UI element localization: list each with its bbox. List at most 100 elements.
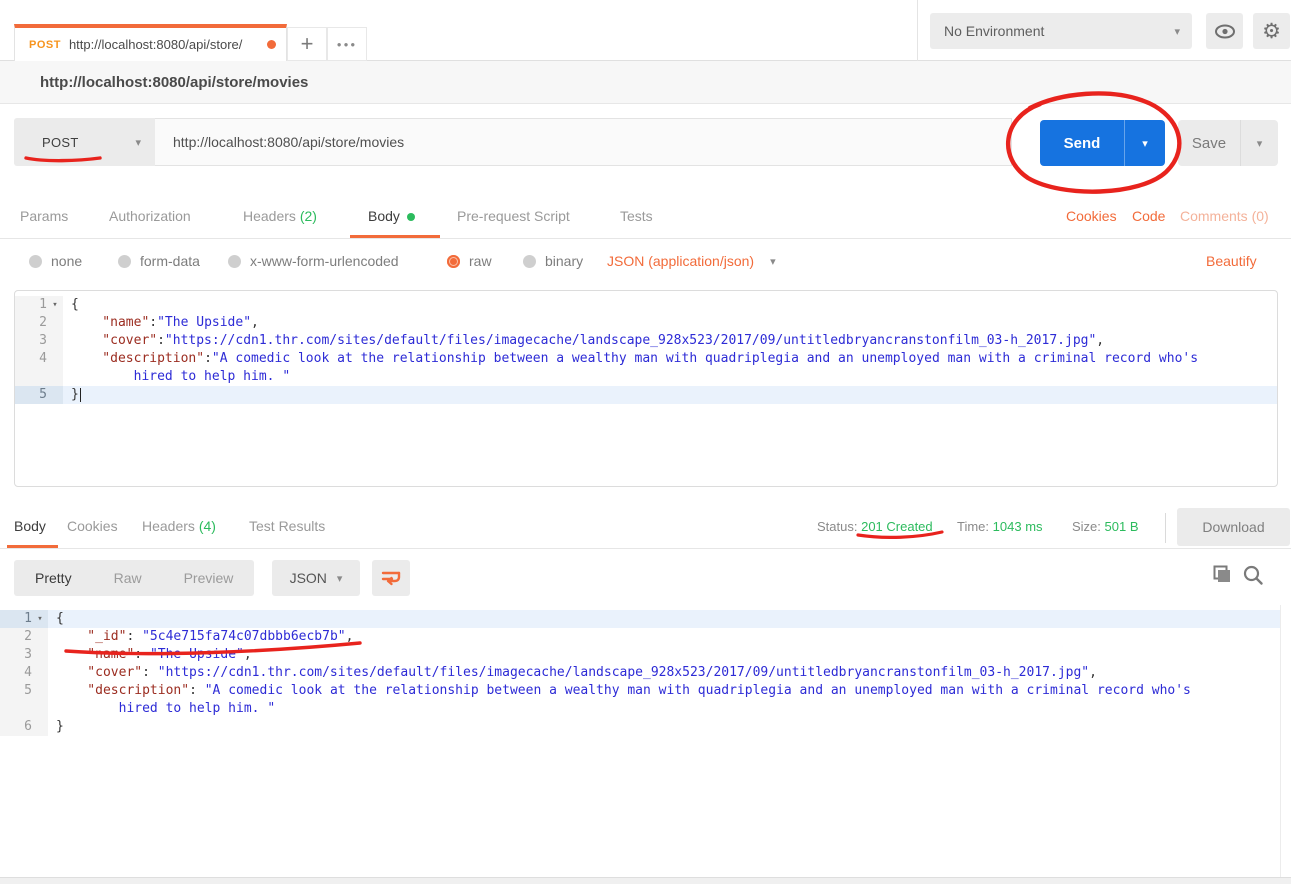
time-value: 1043 ms — [993, 519, 1043, 534]
tab-headers[interactable]: Headers (2) — [243, 208, 317, 224]
code-token: : — [189, 683, 205, 698]
send-button[interactable]: Send ▾ — [1040, 120, 1165, 166]
code-token: : — [126, 629, 142, 644]
caret-down-icon: ▾ — [770, 255, 776, 268]
response-tab-cookies[interactable]: Cookies — [67, 518, 118, 534]
code-token: "https://cdn1.thr.com/sites/default/file… — [165, 333, 1096, 348]
unsaved-dot-icon — [267, 40, 276, 49]
cookies-link[interactable]: Cookies — [1066, 208, 1117, 224]
fold-icon[interactable]: ▾ — [47, 296, 63, 314]
code-token: } — [56, 719, 64, 734]
send-options-caret-icon[interactable]: ▾ — [1125, 137, 1165, 150]
wrap-lines-button[interactable] — [372, 560, 410, 596]
code-token: , — [346, 629, 354, 644]
method-select[interactable]: POST ▾ — [14, 118, 155, 166]
download-button[interactable]: Download — [1177, 508, 1290, 546]
tab-pre-request-script[interactable]: Pre-request Script — [457, 208, 570, 224]
code-token: "description" — [56, 683, 189, 698]
line-number: 2 — [39, 314, 47, 332]
code-line[interactable]: 2 "_id": "5c4e715fa74c07dbbb6ecb7b", — [0, 628, 1280, 646]
comments-link[interactable]: Comments (0) — [1180, 208, 1269, 224]
caret-down-icon: ▾ — [337, 572, 343, 585]
response-tab-headers[interactable]: Headers (4) — [142, 518, 216, 534]
tab-url-label: http://localhost:8080/api/store/ — [69, 37, 259, 52]
line-number: 5 — [24, 682, 32, 700]
code-line[interactable]: 2 "name":"The Upside", — [15, 314, 1277, 332]
code-token: hired to help him. " — [71, 369, 290, 384]
response-format-select[interactable]: JSON ▾ — [272, 560, 360, 596]
beautify-link[interactable]: Beautify — [1206, 253, 1257, 269]
body-type-bar: none form-data x-www-form-urlencoded raw… — [0, 239, 1291, 285]
radio-icon — [523, 255, 536, 268]
code-token: : — [149, 315, 157, 330]
line-number: 3 — [39, 332, 47, 350]
code-token: , — [244, 647, 252, 662]
tab-params[interactable]: Params — [20, 208, 68, 224]
request-body-editor[interactable]: 1▾{2 "name":"The Upside",3 "cover":"http… — [14, 290, 1278, 487]
radio-form-data[interactable]: form-data — [118, 253, 200, 269]
code-line[interactable]: 1▾{ — [15, 296, 1277, 314]
content-type-select[interactable]: JSON (application/json) ▾ — [607, 253, 776, 269]
tab-options-button[interactable]: ●●● — [327, 27, 367, 61]
code-token: } — [71, 387, 79, 402]
code-line[interactable]: 5} — [15, 386, 1277, 404]
save-options-caret-icon[interactable]: ▾ — [1241, 137, 1278, 150]
response-view-switch: Pretty Raw Preview — [14, 560, 254, 596]
radio-icon — [228, 255, 241, 268]
settings-button[interactable]: ⚙ — [1253, 13, 1290, 49]
active-tab-underline — [350, 235, 440, 238]
line-number: 2 — [24, 628, 32, 646]
view-raw[interactable]: Raw — [93, 570, 163, 586]
code-token: "A comedic look at the relationship betw… — [205, 683, 1191, 698]
code-line[interactable]: 4 "description":"A comedic look at the r… — [15, 350, 1277, 368]
request-tab[interactable]: POST http://localhost:8080/api/store/ — [14, 24, 287, 61]
radio-binary[interactable]: binary — [523, 253, 583, 269]
search-response-button[interactable] — [1242, 564, 1264, 591]
tab-authorization[interactable]: Authorization — [109, 208, 191, 224]
response-tab-body[interactable]: Body — [14, 518, 46, 534]
fold-icon[interactable]: ▾ — [32, 610, 48, 628]
wrap-text-icon — [381, 570, 401, 586]
code-token: "_id" — [56, 629, 126, 644]
environment-selector[interactable]: No Environment ▾ — [930, 13, 1192, 49]
response-body-editor[interactable]: 1▾{2 "_id": "5c4e715fa74c07dbbb6ecb7b",3… — [0, 605, 1281, 877]
response-tabs-bar: Body Cookies Headers (4) Test Results St… — [0, 505, 1291, 549]
response-editor-lines: 1▾{2 "_id": "5c4e715fa74c07dbbb6ecb7b",3… — [0, 610, 1280, 736]
radio-none[interactable]: none — [29, 253, 82, 269]
caret-down-icon: ▾ — [1174, 25, 1180, 38]
environment-quick-look-button[interactable] — [1206, 13, 1243, 49]
new-tab-button[interactable]: + — [287, 27, 327, 61]
url-input[interactable]: http://localhost:8080/api/store/movies — [155, 118, 1012, 166]
status-value: 201 Created — [861, 519, 933, 534]
code-token: "https://cdn1.thr.com/sites/default/file… — [158, 665, 1089, 680]
radio-urlencoded[interactable]: x-www-form-urlencoded — [228, 253, 399, 269]
code-line[interactable]: 3 "name": "The Upside", — [0, 646, 1280, 664]
send-label: Send — [1040, 135, 1124, 152]
response-headers-count-badge: (4) — [199, 518, 216, 534]
code-line[interactable]: 6} — [0, 718, 1280, 736]
code-line[interactable]: hired to help him. " — [0, 700, 1280, 718]
view-pretty[interactable]: Pretty — [14, 570, 93, 586]
postman-app: POST http://localhost:8080/api/store/ + … — [0, 0, 1291, 884]
copy-response-button[interactable] — [1210, 564, 1232, 591]
code-token: { — [71, 297, 79, 312]
tab-tests[interactable]: Tests — [620, 208, 653, 224]
code-line[interactable]: 4 "cover": "https://cdn1.thr.com/sites/d… — [0, 664, 1280, 682]
plus-icon: + — [301, 31, 314, 57]
code-token: "cover" — [56, 665, 142, 680]
code-token: , — [1096, 333, 1104, 348]
code-link[interactable]: Code — [1132, 208, 1165, 224]
bottom-strip — [0, 877, 1291, 884]
response-tab-test-results[interactable]: Test Results — [249, 518, 325, 534]
code-line[interactable]: 5 "description": "A comedic look at the … — [0, 682, 1280, 700]
radio-icon — [118, 255, 131, 268]
radio-raw[interactable]: raw — [447, 253, 492, 269]
tab-body[interactable]: Body — [368, 208, 415, 224]
code-line[interactable]: hired to help him. " — [15, 368, 1277, 386]
view-preview[interactable]: Preview — [163, 570, 255, 586]
code-line[interactable]: 1▾{ — [0, 610, 1280, 628]
code-token: "The Upside" — [150, 647, 244, 662]
tab-method-badge: POST — [29, 39, 61, 51]
code-line[interactable]: 3 "cover":"https://cdn1.thr.com/sites/de… — [15, 332, 1277, 350]
save-button[interactable]: Save ▾ — [1178, 120, 1278, 166]
